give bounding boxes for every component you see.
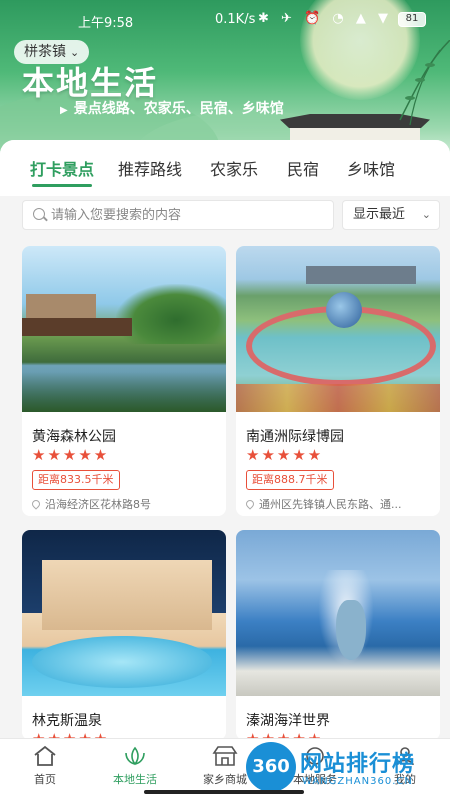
house-decoration <box>26 294 96 320</box>
building-decoration <box>306 266 416 284</box>
subtitle-text: 景点线路、农家乐、民宿、乡味馆 <box>73 101 284 117</box>
hotel-building-decoration <box>42 560 212 630</box>
distance-badge: 距离888.7千米 <box>246 470 334 490</box>
tab-checkin-spots[interactable]: 打卡景点 <box>30 156 94 180</box>
attraction-card[interactable]: 黄海森林公园 ★★★★★ 距离833.5千米 沿海经济区花林路8号 <box>22 246 226 516</box>
nav-label: 首页 <box>34 773 56 786</box>
deck-decoration <box>22 318 132 336</box>
attraction-image <box>236 246 440 412</box>
lotus-icon <box>122 745 148 767</box>
status-icons: ✱ ✈ ⏰ ◔ ▲ ▼ <box>258 11 392 26</box>
home-icon <box>32 745 58 767</box>
nav-local-life[interactable]: 本地生活 <box>95 745 175 787</box>
attraction-card[interactable]: 林克斯温泉 ★★★★★ <box>22 530 226 740</box>
location-pin-icon <box>32 498 42 510</box>
address-text: 通州区先锋镇人民东路、通... <box>259 498 402 511</box>
watermark-logo: 360 <box>246 742 296 792</box>
address-text: 沿海经济区花林路8号 <box>45 498 151 511</box>
watermark-title: 网站排行榜 <box>300 752 416 777</box>
category-tabs: 打卡景点 推荐路线 农家乐 民宿 乡味馆 <box>0 140 450 196</box>
nav-label: 家乡商城 <box>203 773 247 786</box>
star-rating: ★★★★★ <box>246 446 324 464</box>
search-input[interactable] <box>51 201 331 229</box>
tab-farmhouse[interactable]: 农家乐 <box>210 156 258 180</box>
willow-leaves-decoration <box>399 40 450 126</box>
attraction-image <box>22 530 226 696</box>
flowers-decoration <box>236 384 440 412</box>
search-icon <box>33 208 45 220</box>
distance-badge: 距离833.5千米 <box>32 470 120 490</box>
attraction-address: 沿海经济区花林路8号 <box>32 496 218 512</box>
location-pin-icon <box>246 498 256 510</box>
status-bar: 上午9:58 0.1K/s ✱ ✈ ⏰ ◔ ▲ ▼ 81 <box>0 0 450 38</box>
active-tab-indicator <box>32 184 92 187</box>
attraction-card[interactable]: 溱湖海洋世界 ★★★★★ <box>236 530 440 740</box>
attraction-address: 通州区先锋镇人民东路、通... <box>246 496 432 512</box>
globe-sculpture-decoration <box>326 292 362 328</box>
star-rating: ★★★★★ <box>32 446 110 464</box>
shop-icon <box>212 745 238 767</box>
content-panel: 打卡景点 推荐路线 农家乐 民宿 乡味馆 显示最近 ⌄ 黄海森林公园 ★★★★★… <box>0 140 450 740</box>
attraction-image <box>236 530 440 696</box>
nav-home[interactable]: 首页 <box>5 745 85 787</box>
pool-decoration <box>32 636 212 688</box>
attraction-name: 南通洲际绿博园 <box>246 429 344 445</box>
tab-recommended-routes[interactable]: 推荐路线 <box>118 156 182 180</box>
chevron-down-icon: ⌄ <box>421 208 431 221</box>
trees-decoration <box>116 284 226 344</box>
dolphin-sculpture-decoration <box>336 600 366 660</box>
nav-label: 本地生活 <box>113 773 157 786</box>
status-time: 上午9:58 <box>78 16 134 31</box>
search-box <box>22 200 334 230</box>
watermark-url: WANGZHAN360.CN <box>302 776 413 787</box>
attraction-name: 溱湖海洋世界 <box>246 713 330 729</box>
page-subtitle: ▶ 景点线路、农家乐、民宿、乡味馆 <box>60 98 284 118</box>
attraction-name: 黄海森林公园 <box>32 429 116 445</box>
battery-icon: 81 <box>398 12 426 27</box>
play-triangle-icon: ▶ <box>60 105 68 116</box>
home-indicator[interactable] <box>144 790 304 794</box>
attraction-card[interactable]: 南通洲际绿博园 ★★★★★ 距离888.7千米 通州区先锋镇人民东路、通... <box>236 246 440 516</box>
network-speed: 0.1K/s <box>215 12 256 27</box>
sort-dropdown[interactable]: 显示最近 ⌄ <box>342 200 440 230</box>
attraction-name: 林克斯温泉 <box>32 713 102 729</box>
attraction-image <box>22 246 226 412</box>
tab-homestay[interactable]: 民宿 <box>287 156 319 180</box>
grass-decoration <box>22 372 226 412</box>
sort-label: 显示最近 <box>353 207 406 222</box>
tab-local-restaurant[interactable]: 乡味馆 <box>347 156 395 180</box>
